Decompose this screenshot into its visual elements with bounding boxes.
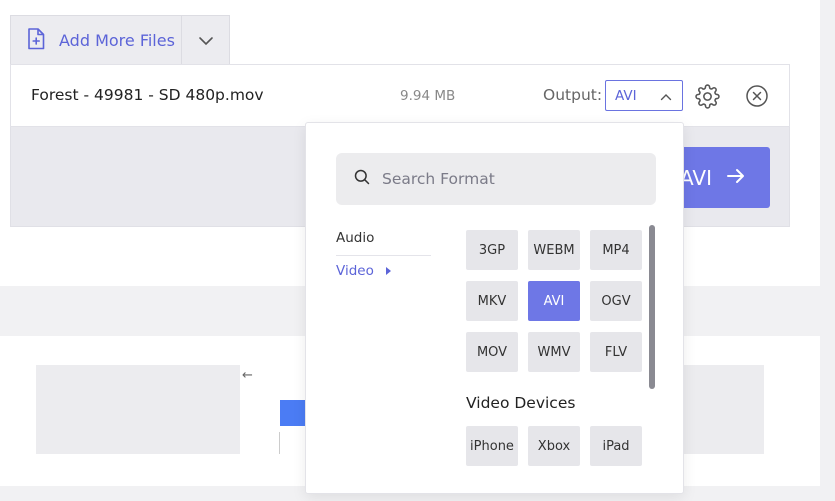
arrow-right-icon: [726, 166, 746, 190]
file-name: Forest - 49981 - SD 480p.mov: [31, 86, 264, 104]
category-divider: [336, 255, 431, 256]
format-option[interactable]: MP4: [590, 230, 642, 270]
category-audio[interactable]: Audio: [336, 230, 374, 246]
format-list-scrollbar[interactable]: [649, 225, 655, 389]
category-video[interactable]: Video: [336, 263, 391, 279]
format-option[interactable]: WMV: [528, 332, 580, 372]
file-plus-icon: [27, 27, 45, 54]
category-video-label: Video: [336, 263, 374, 279]
output-label: Output:: [543, 86, 603, 104]
device-option[interactable]: iPad: [590, 426, 642, 466]
gear-icon[interactable]: [695, 84, 720, 113]
device-option[interactable]: iPhone: [466, 426, 518, 466]
caret-right-icon: [385, 267, 391, 275]
chevron-down-icon: [198, 31, 214, 50]
preview-divider: [279, 432, 280, 454]
format-option[interactable]: OGV: [590, 281, 642, 321]
format-dropdown: Audio Video 3GP WEBM MP4 MKV AVI OGV MOV…: [305, 122, 684, 494]
add-more-files-button[interactable]: Add More Files: [11, 16, 182, 65]
search-format-input[interactable]: [382, 170, 642, 188]
device-option[interactable]: Xbox: [528, 426, 580, 466]
add-more-files-label: Add More Files: [59, 31, 175, 50]
remove-file-icon[interactable]: [745, 84, 769, 112]
back-arrow-icon[interactable]: ←: [242, 368, 253, 383]
file-size: 9.94 MB: [400, 88, 456, 104]
output-format-select[interactable]: AVI: [605, 80, 683, 111]
search-icon: [354, 169, 370, 189]
add-files-group: Add More Files: [10, 15, 230, 65]
chevron-up-icon: [660, 86, 672, 105]
format-option[interactable]: WEBM: [528, 230, 580, 270]
format-option[interactable]: MKV: [466, 281, 518, 321]
preview-thumbnail: [280, 400, 306, 426]
convert-button[interactable]: AVI: [670, 147, 770, 208]
format-search: [336, 153, 656, 205]
video-devices-heading: Video Devices: [466, 394, 576, 412]
file-row: Forest - 49981 - SD 480p.mov 9.94 MB Out…: [10, 64, 790, 127]
convert-button-label: AVI: [680, 165, 712, 190]
output-format-value: AVI: [615, 87, 637, 104]
format-option[interactable]: MOV: [466, 332, 518, 372]
format-option[interactable]: 3GP: [466, 230, 518, 270]
format-option[interactable]: FLV: [590, 332, 642, 372]
format-option-selected[interactable]: AVI: [528, 281, 580, 321]
add-files-dropdown-button[interactable]: [182, 16, 229, 65]
